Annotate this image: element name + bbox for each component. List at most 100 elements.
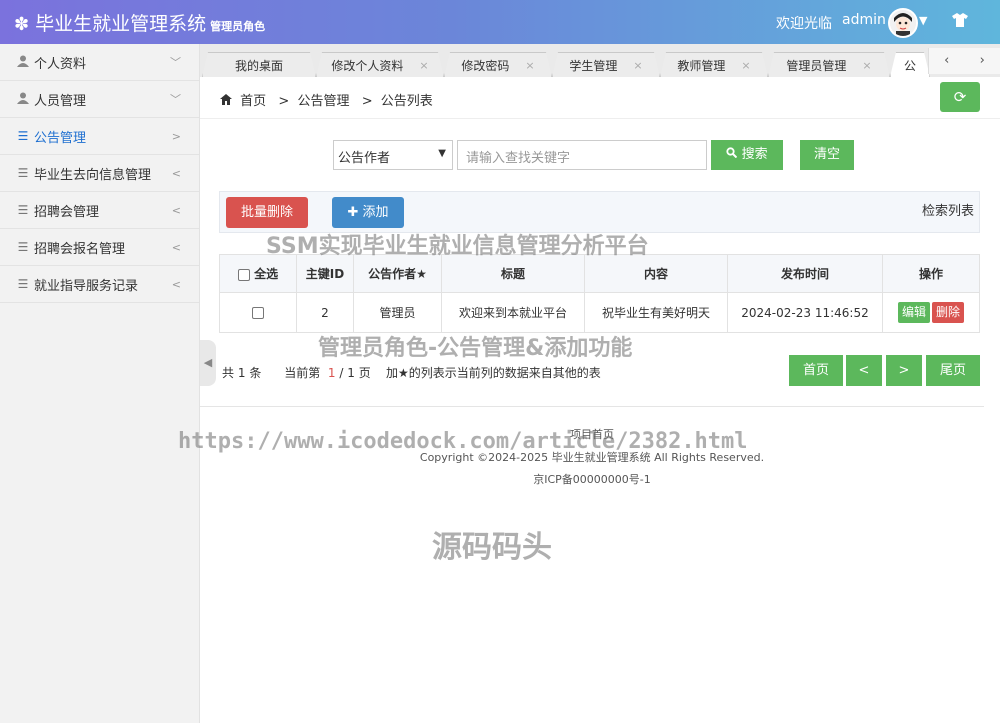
tab-label: 管理员管理: [786, 58, 847, 73]
menu-icon: ☰: [17, 166, 29, 180]
row-checkbox[interactable]: [252, 307, 264, 319]
column-header: 内容: [584, 254, 728, 293]
row-select-cell: [219, 292, 297, 333]
sidebar-item-guidance-records[interactable]: ☰ 就业指导服务记录 <: [0, 266, 199, 303]
pager-total: 1: [237, 366, 246, 380]
pager-text: 共: [222, 366, 235, 380]
chevron-left-icon[interactable]: ‹: [929, 48, 965, 74]
breadcrumb: 首页 > 公告管理 > 公告列表: [220, 90, 437, 109]
clear-button[interactable]: 清空: [800, 140, 854, 170]
sidebar-collapse-handle[interactable]: ◀: [200, 340, 216, 386]
breadcrumb-bar: 首页 > 公告管理 > 公告列表 ⟳: [200, 77, 1000, 119]
first-page-button[interactable]: 首页: [789, 355, 843, 386]
tab-label: 我的桌面: [234, 58, 283, 73]
user-icon: [16, 92, 30, 107]
role-label: 管理员角色: [210, 20, 266, 33]
pager-total-pages: 1: [347, 366, 355, 380]
close-icon[interactable]: ×: [741, 59, 750, 72]
column-header: 操作: [882, 254, 980, 293]
edit-button[interactable]: 编辑: [898, 302, 930, 323]
last-page-button[interactable]: 尾页: [926, 355, 980, 386]
pager-text: 页: [358, 366, 371, 380]
close-icon[interactable]: ×: [862, 59, 871, 72]
refresh-button[interactable]: ⟳: [940, 82, 980, 112]
theme-shirt-icon[interactable]: [952, 13, 968, 31]
table-row: 2 管理员 欢迎来到本就业平台 祝毕业生有美好明天 2024-02-23 11:…: [219, 292, 980, 333]
sidebar-item-label: 个人资料: [34, 56, 87, 72]
breadcrumb-home[interactable]: 首页: [240, 94, 266, 109]
search-button[interactable]: 搜索: [711, 140, 783, 170]
tab-desktop[interactable]: 我的桌面: [202, 52, 316, 77]
sidebar: 个人资料 ﹀ 人员管理 ﹀ ☰ 公告管理 > ☰ 毕业生去向信息管理 < ☰ 招…: [0, 44, 200, 723]
menu-icon: ☰: [17, 129, 29, 143]
username[interactable]: admin: [842, 12, 886, 28]
cell-id: 2: [296, 292, 354, 333]
footer-icp: 京ICP备00000000号-1: [533, 473, 651, 486]
welcome-text: 欢迎光临: [776, 16, 832, 32]
footer-divider: [200, 406, 984, 407]
sidebar-item-notice[interactable]: ☰ 公告管理 >: [0, 118, 199, 155]
breadcrumb-separator: >: [357, 94, 373, 109]
watermark-url: https://www.icodedock.com/article/2382.h…: [178, 429, 748, 454]
gear-icon: ✽: [14, 14, 30, 35]
table-header-row: 全选 主键ID 公告作者★ 标题 内容 发布时间 操作: [219, 254, 980, 293]
notice-table: 全选 主键ID 公告作者★ 标题 内容 发布时间 操作 2 管理员 欢迎来到本就…: [219, 254, 980, 333]
tab-student-management[interactable]: 学生管理 ×: [552, 52, 660, 77]
tab-scroll-controls: ‹ ›: [928, 48, 1000, 74]
tab-admin-management[interactable]: 管理员管理 ×: [768, 52, 890, 77]
chevron-right-icon: >: [171, 129, 181, 143]
chevron-down-icon[interactable]: ▼: [919, 14, 927, 27]
menu-icon: ☰: [17, 240, 29, 254]
breadcrumb-level2: 公告列表: [380, 94, 433, 109]
avatar[interactable]: [888, 8, 918, 38]
add-button[interactable]: ✚ 添加: [332, 197, 404, 228]
watermark-text: 源码码头: [432, 530, 552, 565]
prev-page-button[interactable]: <: [846, 355, 882, 386]
sidebar-item-job-fair-registration[interactable]: ☰ 招聘会报名管理 <: [0, 229, 199, 266]
sidebar-item-label: 就业指导服务记录: [34, 278, 139, 294]
add-button-label: 添加: [362, 205, 389, 220]
app-logo: ✽ 毕业生就业管理系统 管理员角色: [14, 9, 265, 36]
close-icon[interactable]: ×: [525, 59, 534, 72]
cell-title: 欢迎来到本就业平台: [441, 292, 585, 333]
chevron-left-icon: <: [171, 166, 181, 180]
close-icon[interactable]: ×: [419, 59, 428, 72]
sidebar-item-label: 招聘会报名管理: [34, 241, 126, 257]
chevron-down-icon: ▼: [438, 148, 446, 159]
pager-text: /: [339, 366, 344, 380]
delete-button[interactable]: 删除: [932, 302, 964, 323]
search-field-select[interactable]: 公告作者 ▼: [333, 140, 453, 170]
sidebar-item-graduate-destination[interactable]: ☰ 毕业生去向信息管理 <: [0, 155, 199, 192]
tab-change-password[interactable]: 修改密码 ×: [444, 52, 552, 77]
pager-text: 条: [249, 366, 262, 380]
list-label: 检索列表: [921, 204, 974, 219]
pager-note: 加★的列表示当前列的数据来自其他的表: [385, 366, 601, 380]
tab-label: 教师管理: [677, 58, 726, 73]
chevron-right-icon[interactable]: ›: [965, 48, 1000, 74]
chevron-left-icon: <: [171, 277, 181, 291]
select-all-checkbox[interactable]: [237, 268, 250, 281]
select-all-header[interactable]: 全选: [219, 254, 297, 293]
top-header: ✽ 毕业生就业管理系统 管理员角色 欢迎光临 admin ▼: [0, 0, 1000, 44]
tab-edit-profile[interactable]: 修改个人资料 ×: [316, 52, 444, 77]
breadcrumb-level1[interactable]: 公告管理: [297, 94, 349, 109]
breadcrumb-separator: >: [274, 94, 290, 109]
chevron-down-icon: ﹀: [170, 93, 181, 106]
tab-notice[interactable]: 公: [890, 52, 930, 77]
next-page-button[interactable]: >: [886, 355, 922, 386]
tab-label: 修改个人资料: [331, 58, 404, 73]
batch-delete-button[interactable]: 批量删除: [226, 197, 308, 228]
tab-teacher-management[interactable]: 教师管理 ×: [660, 52, 768, 77]
menu-icon: ☰: [17, 277, 29, 291]
sidebar-item-profile[interactable]: 个人资料 ﹀: [0, 44, 199, 81]
chevron-left-icon: <: [171, 240, 181, 254]
search-icon: [726, 147, 741, 162]
search-input[interactable]: 请输入查找关键字: [457, 140, 707, 170]
sidebar-item-personnel[interactable]: 人员管理 ﹀: [0, 81, 199, 118]
cell-actions: 编辑 删除: [882, 292, 980, 333]
cell-time: 2024-02-23 11:46:52: [727, 292, 883, 333]
close-icon[interactable]: ×: [633, 59, 642, 72]
tab-label: 修改密码: [461, 58, 510, 73]
sidebar-item-job-fair[interactable]: ☰ 招聘会管理 <: [0, 192, 199, 229]
chevron-down-icon: ﹀: [170, 56, 181, 69]
